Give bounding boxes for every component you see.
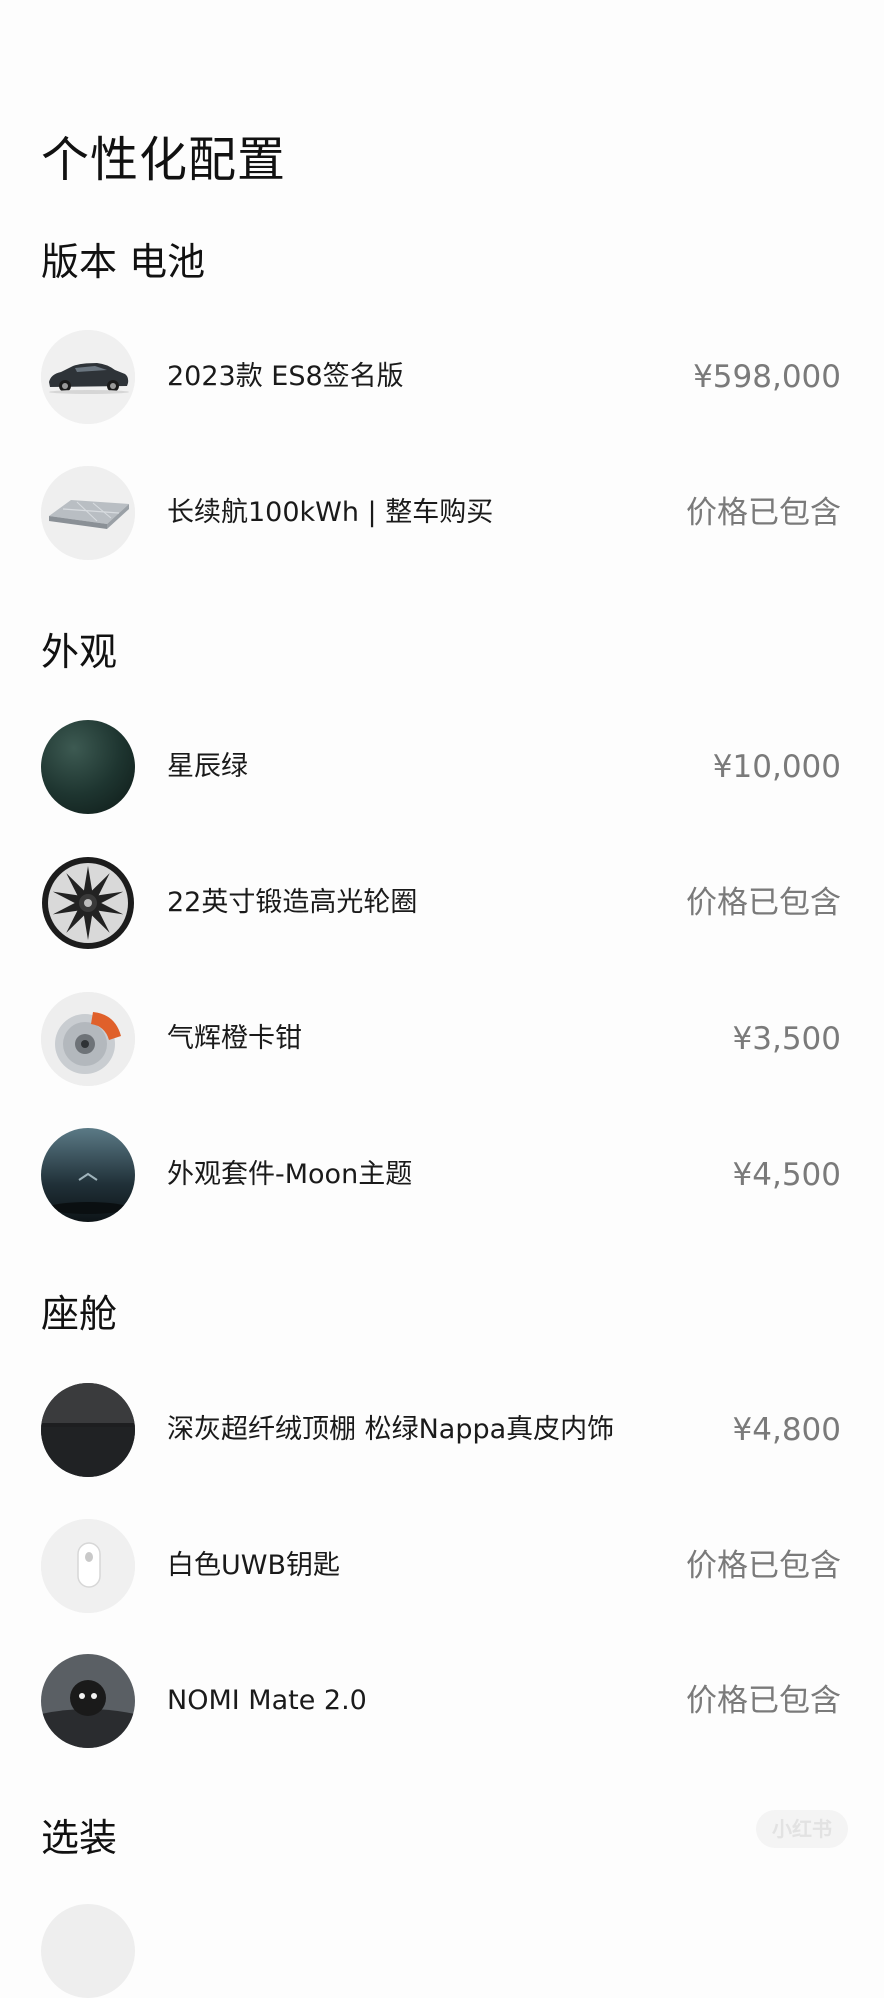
config-item-interior[interactable]: 深灰超纤绒顶棚 松绿Nappa真皮内饰 ¥4,800 (0, 1383, 884, 1479)
config-item-paint[interactable]: 星辰绿 ¥10,000 (0, 720, 884, 816)
config-item-uwb-key[interactable]: 白色UWB钥匙 价格已包含 (0, 1519, 884, 1615)
section-title-version-battery: 版本 电池 (41, 240, 206, 284)
item-price: 价格已包含 (686, 885, 841, 921)
item-price: ¥4,500 (732, 1157, 841, 1193)
item-name: 深灰超纤绒顶棚 松绿Nappa真皮内饰 (167, 1414, 615, 1445)
item-name: 星辰绿 (167, 751, 248, 782)
battery-pack-icon (41, 466, 135, 560)
interior-trim-icon (41, 1383, 135, 1477)
item-name: 长续航100kWh | 整车购买 (167, 497, 494, 528)
section-title-options: 选装 (41, 1816, 118, 1860)
nomi-robot-icon (41, 1654, 135, 1748)
item-price: ¥10,000 (712, 749, 841, 785)
config-item-moon-kit[interactable]: 外观套件-Moon主题 ¥4,500 (0, 1128, 884, 1224)
config-item-battery[interactable]: 长续航100kWh | 整车购买 价格已包含 (0, 466, 884, 562)
item-price: ¥598,000 (693, 359, 841, 395)
page-title: 个性化配置 (41, 132, 287, 189)
item-price: ¥4,800 (732, 1412, 841, 1448)
item-price: 价格已包含 (686, 1683, 841, 1719)
section-title-exterior: 外观 (41, 630, 118, 674)
moon-theme-icon (41, 1128, 135, 1222)
config-item-caliper[interactable]: 气辉橙卡钳 ¥3,500 (0, 992, 884, 1088)
item-name: 2023款 ES8签名版 (167, 361, 404, 392)
item-name: 22英寸锻造高光轮圈 (167, 887, 418, 918)
paint-color-swatch-icon (41, 720, 135, 814)
watermark-logo: 小红书 (756, 1810, 848, 1848)
item-name: 外观套件-Moon主题 (167, 1159, 413, 1190)
item-name: NOMI Mate 2.0 (167, 1685, 367, 1716)
car-icon (41, 330, 135, 424)
item-name: 气辉橙卡钳 (167, 1023, 302, 1054)
item-price: 价格已包含 (686, 495, 841, 531)
uwb-key-icon (41, 1519, 135, 1613)
section-title-cabin: 座舱 (41, 1292, 118, 1336)
item-price: 价格已包含 (686, 1548, 841, 1584)
config-item-model[interactable]: 2023款 ES8签名版 ¥598,000 (0, 330, 884, 426)
config-item-wheels[interactable]: 22英寸锻造高光轮圈 价格已包含 (0, 856, 884, 952)
wheel-rim-icon (41, 856, 135, 950)
item-price: ¥3,500 (732, 1021, 841, 1057)
config-item-nomi[interactable]: NOMI Mate 2.0 价格已包含 (0, 1654, 884, 1750)
brake-caliper-icon (41, 992, 135, 1086)
item-name: 白色UWB钥匙 (167, 1550, 340, 1581)
option-item-thumbnail[interactable] (41, 1904, 135, 1998)
